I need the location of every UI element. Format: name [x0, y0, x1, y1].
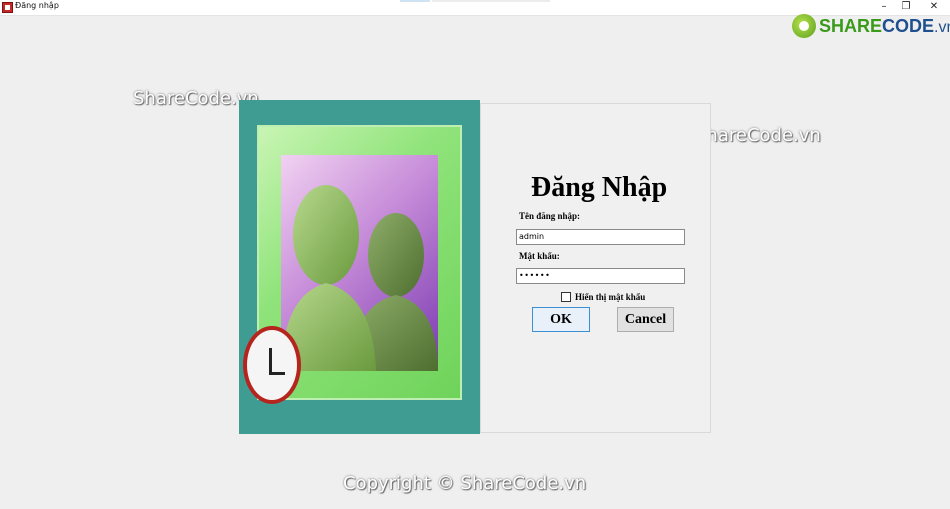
sharecode-logo-icon	[792, 14, 816, 38]
password-input[interactable]: ••••••	[516, 268, 685, 284]
title-bar-accent	[400, 0, 430, 2]
show-password-checkbox[interactable]	[561, 292, 571, 302]
username-input[interactable]: admin	[516, 229, 685, 245]
title-bar-accent-secondary	[432, 0, 550, 2]
sharecode-logo-text: SHARECODE.vn	[819, 15, 950, 36]
clock-icon	[243, 326, 301, 404]
show-password-label[interactable]: Hiển thị mật khẩu	[575, 292, 645, 302]
watermark-top-right: ShareCode.vn	[695, 125, 821, 146]
login-illustration	[239, 100, 480, 434]
users-photo	[281, 155, 438, 371]
users-icon	[281, 185, 438, 371]
password-label: Mật khẩu:	[519, 251, 560, 261]
show-password-row: Hiển thị mật khẩu	[561, 292, 645, 302]
app-icon	[2, 2, 13, 13]
window-title: Đăng nhập	[15, 1, 59, 10]
copyright-watermark: Copyright © ShareCode.vn	[343, 473, 587, 494]
login-form: Đăng Nhập Tên đăng nhập: admin Mật khẩu:…	[480, 103, 711, 433]
username-label: Tên đăng nhập:	[519, 211, 581, 221]
login-heading: Đăng Nhập	[531, 172, 668, 203]
cancel-button[interactable]: Cancel	[617, 307, 674, 332]
sharecode-logo: SHARECODE.vn	[792, 12, 950, 40]
ok-button[interactable]: OK	[532, 307, 590, 332]
